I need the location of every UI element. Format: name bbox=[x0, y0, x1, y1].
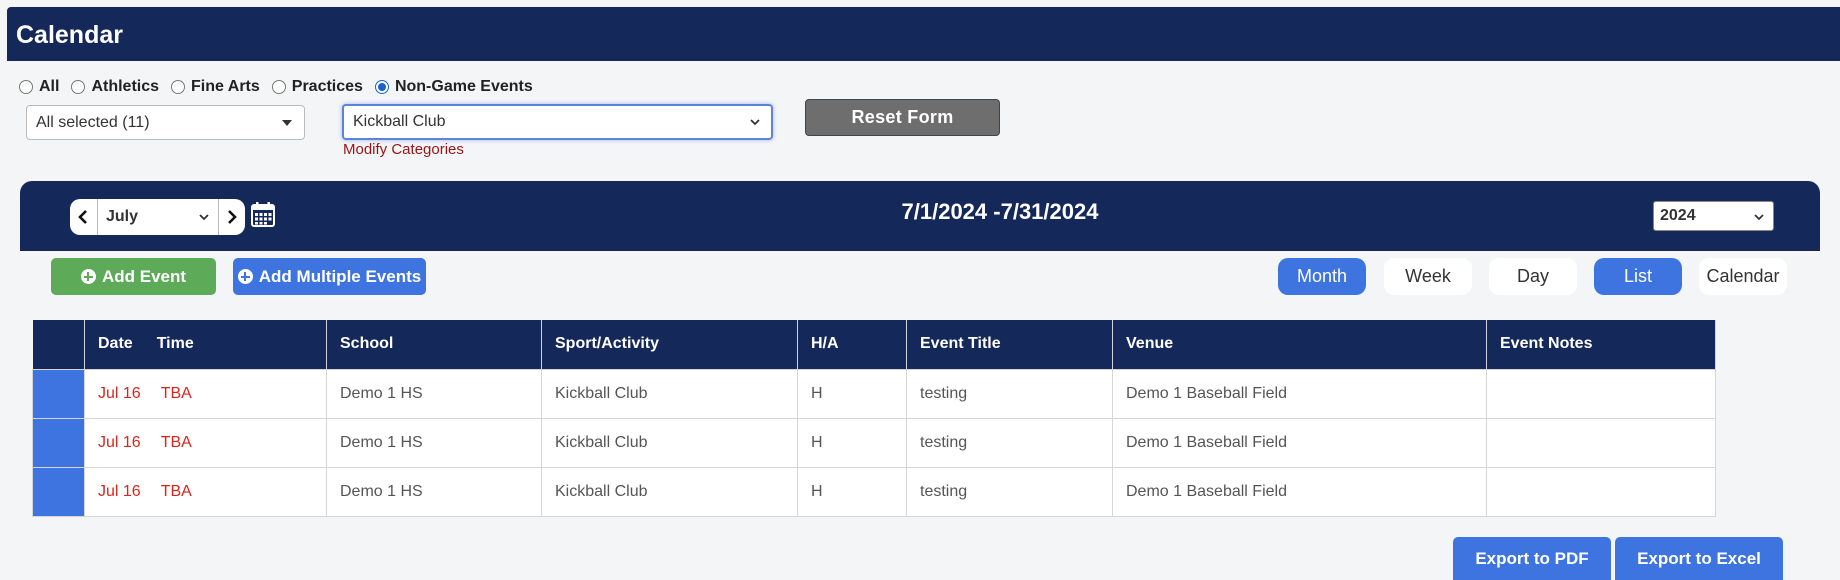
date-time-column-header[interactable]: Date Time bbox=[84, 320, 327, 369]
event-date: Jul 16 bbox=[98, 482, 141, 500]
notes-column-header[interactable]: Event Notes bbox=[1486, 320, 1716, 369]
view-list-button[interactable]: List bbox=[1594, 258, 1682, 295]
chevron-right-icon bbox=[228, 210, 237, 224]
event-time: TBA bbox=[160, 384, 192, 402]
venue-cell: Demo 1 Baseball Field bbox=[1112, 417, 1487, 468]
event-date: Jul 16 bbox=[98, 433, 141, 451]
export-excel-button[interactable]: Export to Excel bbox=[1615, 537, 1783, 580]
radio-non-game-events[interactable]: Non-Game Events bbox=[374, 78, 533, 96]
title-bar: Calendar bbox=[7, 7, 1840, 61]
year-select[interactable]: 2024 bbox=[1653, 201, 1774, 231]
modify-categories-link[interactable]: Modify Categories bbox=[343, 141, 464, 158]
view-week-button[interactable]: Week bbox=[1384, 258, 1472, 295]
event-date: Jul 16 bbox=[98, 384, 141, 402]
radio-label: All bbox=[39, 78, 60, 95]
school-column-header[interactable]: School bbox=[326, 320, 542, 369]
radio-circle[interactable] bbox=[171, 80, 186, 94]
radio-circle[interactable] bbox=[19, 80, 33, 94]
notes-cell bbox=[1486, 417, 1716, 468]
school-cell: Demo 1 HS bbox=[326, 466, 542, 517]
table-row[interactable]: Jul 16 TBA Demo 1 HS Kickball Club H test… bbox=[32, 417, 1716, 468]
chevron-down-icon bbox=[750, 119, 760, 126]
school-select-value: All selected (11) bbox=[36, 113, 150, 131]
chevron-down-icon bbox=[1754, 214, 1764, 221]
view-day-button[interactable]: Day bbox=[1489, 258, 1577, 295]
radio-label: Practices bbox=[291, 78, 363, 95]
event-color-swatch bbox=[32, 368, 85, 419]
venue-column-header[interactable]: Venue bbox=[1112, 320, 1487, 369]
title-cell: testing bbox=[906, 417, 1113, 468]
add-event-label: Add Event bbox=[101, 266, 187, 286]
notes-cell bbox=[1486, 466, 1716, 517]
reset-form-button[interactable]: Reset Form bbox=[805, 99, 1000, 136]
event-color-swatch bbox=[32, 417, 85, 468]
time-header: Time bbox=[156, 335, 194, 353]
sport-cell: Kickball Club bbox=[541, 368, 798, 419]
calendar-icon[interactable] bbox=[251, 201, 275, 227]
page-title: Calendar bbox=[16, 21, 123, 49]
radio-athletics[interactable]: Athletics bbox=[71, 78, 159, 96]
view-month-button[interactable]: Month bbox=[1278, 258, 1366, 295]
radio-circle[interactable] bbox=[71, 80, 86, 94]
caret-down-icon bbox=[282, 120, 292, 126]
year-select-value: 2024 bbox=[1660, 207, 1696, 224]
title-column-header[interactable]: Event Title bbox=[906, 320, 1113, 369]
date-time-cell: Jul 16 TBA bbox=[84, 368, 327, 419]
plus-circle-icon bbox=[237, 269, 253, 284]
sport-select-value: Kickball Club bbox=[353, 113, 446, 130]
venue-cell: Demo 1 Baseball Field bbox=[1112, 466, 1487, 517]
event-time: TBA bbox=[160, 433, 192, 451]
date-time-cell: Jul 16 TBA bbox=[84, 417, 327, 468]
add-event-button[interactable]: Add Event bbox=[51, 258, 216, 295]
sport-column-header[interactable]: Sport/Activity bbox=[541, 320, 798, 369]
month-select[interactable]: July bbox=[97, 199, 219, 235]
radio-label: Fine Arts bbox=[191, 78, 260, 95]
ha-cell: H bbox=[797, 368, 907, 419]
chevron-down-icon bbox=[199, 214, 209, 221]
prev-month-button[interactable] bbox=[70, 199, 96, 235]
title-cell: testing bbox=[906, 466, 1113, 517]
event-color-swatch bbox=[32, 466, 85, 517]
sport-cell: Kickball Club bbox=[541, 417, 798, 468]
venue-cell: Demo 1 Baseball Field bbox=[1112, 368, 1487, 419]
school-cell: Demo 1 HS bbox=[326, 368, 542, 419]
date-range-label: 7/1/2024 -7/31/2024 bbox=[901, 199, 1099, 224]
radio-fine-arts[interactable]: Fine Arts bbox=[171, 78, 260, 96]
category-radio-group: All Athletics Fine Arts Practices Non-Ga… bbox=[19, 76, 545, 98]
chevron-left-icon bbox=[78, 210, 87, 224]
radio-circle-checked[interactable] bbox=[374, 80, 389, 94]
event-time: TBA bbox=[160, 482, 192, 500]
school-cell: Demo 1 HS bbox=[326, 417, 542, 468]
radio-practices[interactable]: Practices bbox=[271, 78, 363, 96]
notes-cell bbox=[1486, 368, 1716, 419]
radio-label: Athletics bbox=[91, 78, 160, 95]
export-pdf-button[interactable]: Export to PDF bbox=[1453, 537, 1611, 580]
plus-circle-icon bbox=[80, 269, 96, 284]
table-row[interactable]: Jul 16 TBA Demo 1 HS Kickball Club H test… bbox=[32, 466, 1716, 517]
month-select-value: July bbox=[106, 208, 139, 225]
date-time-cell: Jul 16 TBA bbox=[84, 466, 327, 517]
view-calendar-button[interactable]: Calendar bbox=[1699, 258, 1787, 295]
ha-cell: H bbox=[797, 466, 907, 517]
month-navigator: July bbox=[70, 199, 245, 235]
table-header-row: Date Time School Sport/Activity H/A Event… bbox=[32, 320, 1716, 369]
add-multiple-events-button[interactable]: Add Multiple Events bbox=[233, 258, 426, 295]
radio-label: Non-Game Events bbox=[394, 78, 533, 95]
table-row[interactable]: Jul 16 TBA Demo 1 HS Kickball Club H test… bbox=[32, 368, 1716, 419]
color-column-header bbox=[32, 320, 85, 369]
title-cell: testing bbox=[906, 368, 1113, 419]
date-header: Date bbox=[98, 335, 133, 353]
radio-circle[interactable] bbox=[271, 80, 286, 94]
school-multiselect[interactable]: All selected (11) bbox=[26, 105, 305, 140]
sport-cell: Kickball Club bbox=[541, 466, 798, 517]
ha-column-header[interactable]: H/A bbox=[797, 320, 907, 369]
add-multiple-events-label: Add Multiple Events bbox=[258, 266, 422, 286]
sport-select[interactable]: Kickball Club bbox=[342, 104, 773, 140]
next-month-button[interactable] bbox=[219, 199, 245, 235]
ha-cell: H bbox=[797, 417, 907, 468]
events-table: Date Time School Sport/Activity H/A Event… bbox=[32, 320, 1716, 517]
radio-all[interactable]: All bbox=[19, 78, 59, 96]
